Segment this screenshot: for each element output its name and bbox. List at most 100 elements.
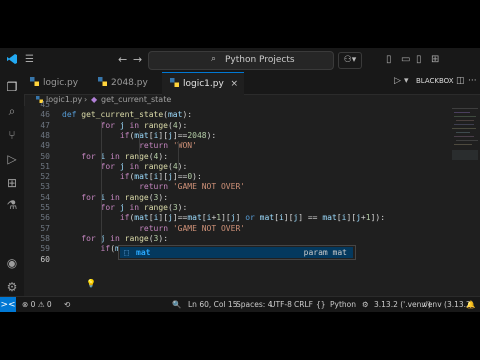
- breadcrumb-separator-icon: ›: [84, 95, 88, 104]
- vscode-logo-icon: [7, 54, 17, 64]
- autocomplete-suggestion-widget[interactable]: ⬚ mat param mat: [118, 245, 356, 260]
- code-line[interactable]: for i in range(4):: [81, 152, 168, 162]
- code-line[interactable]: if(mat[i][j]==mat[i+1][j] or mat[i][j] =…: [120, 213, 385, 223]
- code-line[interactable]: if(mat[i][j]==0):: [120, 172, 202, 182]
- code-line[interactable]: return 'GAME NOT OVER': [139, 224, 245, 234]
- code-token: ][: [283, 213, 294, 223]
- toggle-secondary-sidebar-icon[interactable]: ▯: [416, 54, 422, 66]
- code-token: ][: [158, 213, 169, 223]
- line-number: 60: [40, 254, 50, 264]
- code-token: range: [143, 203, 168, 212]
- back-arrow-icon[interactable]: ←: [118, 53, 127, 66]
- code-token: for: [100, 203, 120, 212]
- toggle-panel-icon[interactable]: ▭: [401, 54, 410, 66]
- notifications-bell-icon[interactable]: 🔔: [466, 297, 475, 312]
- sync-icon[interactable]: ⟲: [64, 297, 70, 312]
- source-control-icon[interactable]: ⑂: [5, 128, 19, 142]
- remote-indicator-icon[interactable]: ><: [0, 297, 16, 312]
- line-number: 56: [40, 213, 50, 223]
- line-number: 50: [40, 151, 50, 161]
- tab-logic1-py[interactable]: logic1.py ×: [162, 72, 244, 95]
- code-line[interactable]: for j in range(4):: [101, 162, 188, 172]
- search-view-icon[interactable]: ⌕: [5, 104, 19, 118]
- forward-arrow-icon[interactable]: →: [133, 53, 142, 66]
- indentation-setting[interactable]: Spaces: 4: [236, 297, 272, 312]
- account-icon[interactable]: ◉: [5, 256, 19, 270]
- suggestion-row[interactable]: ⬚ mat param mat: [120, 247, 353, 258]
- code-token: for: [81, 151, 101, 161]
- code-editor[interactable]: 45 46 47 48 49 50 51 52 53 54 55 56 57 58 59 60 def ge…: [24, 100, 480, 298]
- python-version-icon[interactable]: ⚙: [362, 297, 369, 312]
- tab-label: 2048.py: [111, 78, 148, 88]
- problems-indicator[interactable]: ⊗ 0 ⚠ 0: [22, 297, 52, 312]
- code-line[interactable]: for j in range(3):: [81, 234, 168, 244]
- command-center-search[interactable]: ⌕ Python Projects: [148, 51, 334, 70]
- breadcrumb-symbol[interactable]: get_current_state: [101, 94, 171, 106]
- line-number-gutter: 45 46 47 48 49 50 51 52 53 54 55 56 57 58 59 60: [24, 100, 56, 298]
- code-token: in: [124, 120, 144, 130]
- python-file-icon: [170, 78, 179, 87]
- code-token: return: [139, 141, 173, 151]
- code-token: get_current_state: [81, 110, 164, 120]
- code-token: if: [100, 244, 111, 254]
- customize-layout-icon[interactable]: ⊞: [431, 54, 439, 66]
- code-token: ]==: [172, 172, 188, 182]
- code-line[interactable]: return 'GAME NOT OVER': [139, 182, 245, 192]
- cursor-position[interactable]: Ln 60, Col 15: [188, 297, 237, 312]
- copilot-button[interactable]: ⚇▾: [338, 52, 362, 69]
- settings-gear-icon[interactable]: ⚙: [5, 280, 19, 294]
- toggle-sidebar-icon[interactable]: ▯: [386, 54, 392, 66]
- code-line[interactable]: for j in range(4):: [101, 121, 188, 131]
- code-token: or: [245, 213, 260, 223]
- extensions-icon[interactable]: ⊞: [5, 176, 19, 190]
- lightbulb-icon[interactable]: 💡: [86, 280, 96, 288]
- breadcrumb-file[interactable]: logic1.py: [46, 94, 82, 106]
- code-token: in: [105, 151, 125, 161]
- tab-2048-py[interactable]: 2048.py: [92, 72, 166, 94]
- language-braces-icon[interactable]: {}: [316, 297, 326, 312]
- code-line[interactable]: def get_current_state(mat):: [62, 110, 192, 120]
- title-bar: ☰ ← → ⌕ Python Projects ⚇▾ ▯ ▭ ▯ ⊞: [0, 48, 480, 73]
- close-tab-icon[interactable]: ×: [230, 73, 238, 95]
- code-line[interactable]: if(mat[i][j]==2048):: [120, 131, 216, 141]
- indent-guide: [139, 130, 141, 162]
- explorer-icon[interactable]: ❐: [5, 80, 19, 94]
- minimap[interactable]: [450, 106, 480, 298]
- code-token: range: [143, 120, 168, 130]
- testing-icon[interactable]: ⚗: [5, 198, 19, 212]
- menu-icon[interactable]: ☰: [25, 54, 34, 66]
- run-menu-chevron-icon[interactable]: ▾: [404, 76, 409, 86]
- code-token: return: [139, 182, 173, 192]
- tab-logic-py[interactable]: logic.py: [24, 72, 92, 94]
- code-line[interactable]: for j in range(3):: [101, 203, 188, 213]
- editor-tabs: logic.py 2048.py logic1.py × ▷ ▾ BLACKBO…: [24, 72, 480, 95]
- code-token: 'WON': [172, 141, 197, 151]
- file-encoding[interactable]: UTF-8: [270, 297, 292, 312]
- code-token: 'GAME NOT OVER': [172, 182, 246, 192]
- code-token: ]: [235, 213, 246, 223]
- tab-label: logic.py: [43, 78, 79, 88]
- function-symbol-icon: ◆: [91, 95, 98, 104]
- run-python-icon[interactable]: ▷: [394, 76, 401, 86]
- line-number: 51: [40, 161, 50, 171]
- end-of-line[interactable]: CRLF: [294, 297, 313, 312]
- line-number: 47: [40, 120, 50, 130]
- zoom-icon[interactable]: 🔍: [172, 297, 181, 312]
- code-token: 2048: [187, 130, 207, 140]
- code-token: mat: [167, 110, 183, 120]
- code-token: mat: [259, 213, 275, 223]
- code-token: ]==: [172, 213, 188, 223]
- blackbox-button[interactable]: BLACKBOX: [416, 77, 454, 85]
- line-number: 57: [40, 223, 50, 233]
- language-mode[interactable]: Python: [330, 297, 356, 312]
- code-token: ][: [346, 213, 357, 223]
- more-actions-icon[interactable]: ···: [468, 76, 477, 86]
- variable-symbol-icon: ⬚: [124, 248, 129, 257]
- run-debug-icon[interactable]: ▷: [5, 152, 19, 166]
- split-editor-icon[interactable]: ◫: [456, 76, 465, 86]
- code-token: ]):: [370, 213, 386, 223]
- code-line[interactable]: for i in range(3):: [81, 193, 168, 203]
- code-line[interactable]: return 'WON': [139, 141, 197, 151]
- code-token: return: [139, 223, 173, 233]
- line-number: 49: [40, 141, 50, 151]
